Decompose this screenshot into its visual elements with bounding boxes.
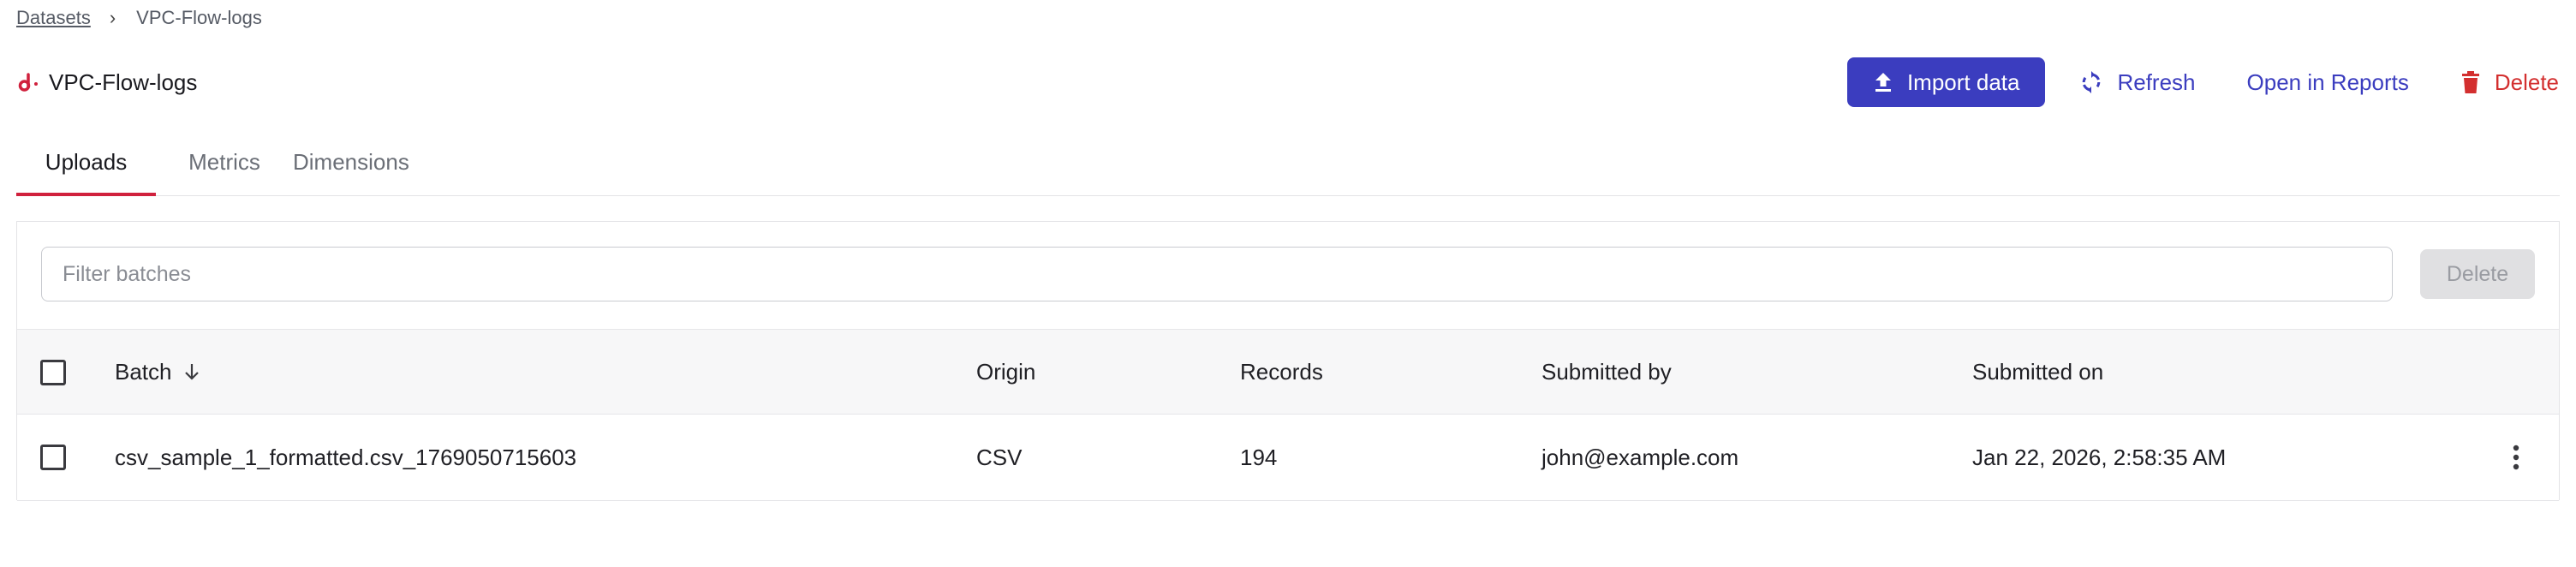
upload-icon bbox=[1875, 73, 1891, 92]
batch-name[interactable]: csv_sample_1_formatted.csv_1769050715603 bbox=[115, 415, 576, 500]
row-more-options-icon[interactable] bbox=[2499, 440, 2533, 474]
page-header: VPC-Flow-logs bbox=[16, 63, 197, 101]
batch-submitted-on: Jan 22, 2026, 2:58:35 AM bbox=[1972, 444, 2227, 470]
column-header-submitted-by[interactable]: Submitted by bbox=[1541, 330, 1672, 414]
breadcrumb: Datasets › VPC-Flow-logs bbox=[16, 5, 262, 31]
refresh-button[interactable]: Refresh bbox=[2062, 57, 2212, 107]
column-header-batch[interactable]: Batch bbox=[115, 330, 201, 414]
breadcrumb-separator: › bbox=[109, 7, 116, 28]
tab-bar: Uploads Metrics Dimensions bbox=[16, 128, 2560, 196]
open-in-reports-label: Open in Reports bbox=[2246, 69, 2409, 95]
delete-dataset-label: Delete bbox=[2494, 69, 2559, 95]
open-in-reports-button[interactable]: Open in Reports bbox=[2230, 57, 2426, 107]
column-header-records[interactable]: Records bbox=[1240, 330, 1323, 414]
dataset-page: Datasets › VPC-Flow-logs VPC-Flow-logs I… bbox=[0, 0, 2576, 567]
import-data-button[interactable]: Import data bbox=[1846, 57, 2046, 107]
delete-batches-button[interactable]: Delete bbox=[2420, 249, 2535, 299]
batch-origin: CSV bbox=[976, 444, 1023, 470]
delete-dataset-button[interactable]: Delete bbox=[2443, 57, 2559, 107]
header-actions: Import data Refresh Open in Reports Dele… bbox=[1846, 57, 2559, 107]
trash-icon bbox=[2461, 71, 2479, 93]
page-title: VPC-Flow-logs bbox=[49, 69, 198, 95]
arrow-down-icon[interactable] bbox=[182, 361, 201, 382]
tab-dimensions[interactable]: Dimensions bbox=[293, 128, 420, 195]
brand-d-icon bbox=[18, 73, 38, 92]
tab-metrics[interactable]: Metrics bbox=[156, 128, 293, 195]
row-checkbox[interactable] bbox=[40, 445, 66, 470]
column-header-batch-label: Batch bbox=[115, 358, 172, 385]
column-header-submitted-on[interactable]: Submitted on bbox=[1972, 330, 2103, 414]
uploads-panel: Delete Batch Origin Records Submitted by… bbox=[16, 221, 2560, 501]
table-header: Batch Origin Records Submitted by Submit… bbox=[17, 329, 2559, 415]
breadcrumb-datasets-link[interactable]: Datasets bbox=[16, 7, 91, 29]
tab-uploads[interactable]: Uploads bbox=[16, 128, 156, 196]
batch-records: 194 bbox=[1240, 444, 1278, 470]
select-all-checkbox[interactable] bbox=[40, 360, 66, 385]
filter-bar: Delete bbox=[17, 222, 2559, 329]
import-data-label: Import data bbox=[1906, 69, 2020, 95]
filter-batches-input[interactable] bbox=[41, 247, 2393, 301]
refresh-label: Refresh bbox=[2117, 69, 2196, 95]
refresh-icon bbox=[2083, 71, 2101, 93]
breadcrumb-current: VPC-Flow-logs bbox=[136, 7, 262, 28]
column-header-origin[interactable]: Origin bbox=[976, 330, 1035, 414]
batch-submitted-by: john@example.com bbox=[1541, 444, 1739, 470]
table-row[interactable]: csv_sample_1_formatted.csv_1769050715603… bbox=[17, 415, 2559, 501]
